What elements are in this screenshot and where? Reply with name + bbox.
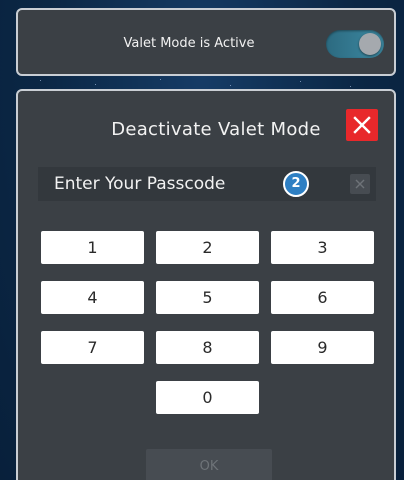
valet-status-card: Valet Mode is Active [16,8,396,76]
key-7[interactable]: 7 [41,331,144,364]
background-star [230,85,231,86]
key-4[interactable]: 4 [41,281,144,314]
valet-mode-toggle[interactable] [326,30,384,58]
key-1[interactable]: 1 [41,231,144,264]
step-badge: 2 [283,171,309,197]
background-star [300,81,301,82]
passcode-field[interactable]: Enter Your Passcode 2 [38,167,376,201]
clear-passcode-button[interactable] [350,174,370,194]
close-button[interactable] [346,109,378,141]
key-6[interactable]: 6 [271,281,374,314]
background-star [40,80,41,81]
ok-button[interactable]: OK [146,449,272,480]
key-5[interactable]: 5 [156,281,259,314]
key-0[interactable]: 0 [156,381,259,414]
toggle-knob [359,33,381,55]
valet-status-label: Valet Mode is Active [123,36,255,51]
key-9[interactable]: 9 [271,331,374,364]
key-8[interactable]: 8 [156,331,259,364]
key-3[interactable]: 3 [271,231,374,264]
background-star [95,84,96,85]
background-star [350,86,351,87]
valet-mode-screen: Valet Mode is Active Deactivate Valet Mo… [0,0,404,480]
passcode-label: Enter Your Passcode [54,174,226,194]
background-star [160,79,161,80]
deactivate-dialog: Deactivate Valet Mode Enter Your Passcod… [16,89,396,480]
key-2[interactable]: 2 [156,231,259,264]
close-x-icon [353,116,371,134]
clear-x-icon [355,179,365,189]
